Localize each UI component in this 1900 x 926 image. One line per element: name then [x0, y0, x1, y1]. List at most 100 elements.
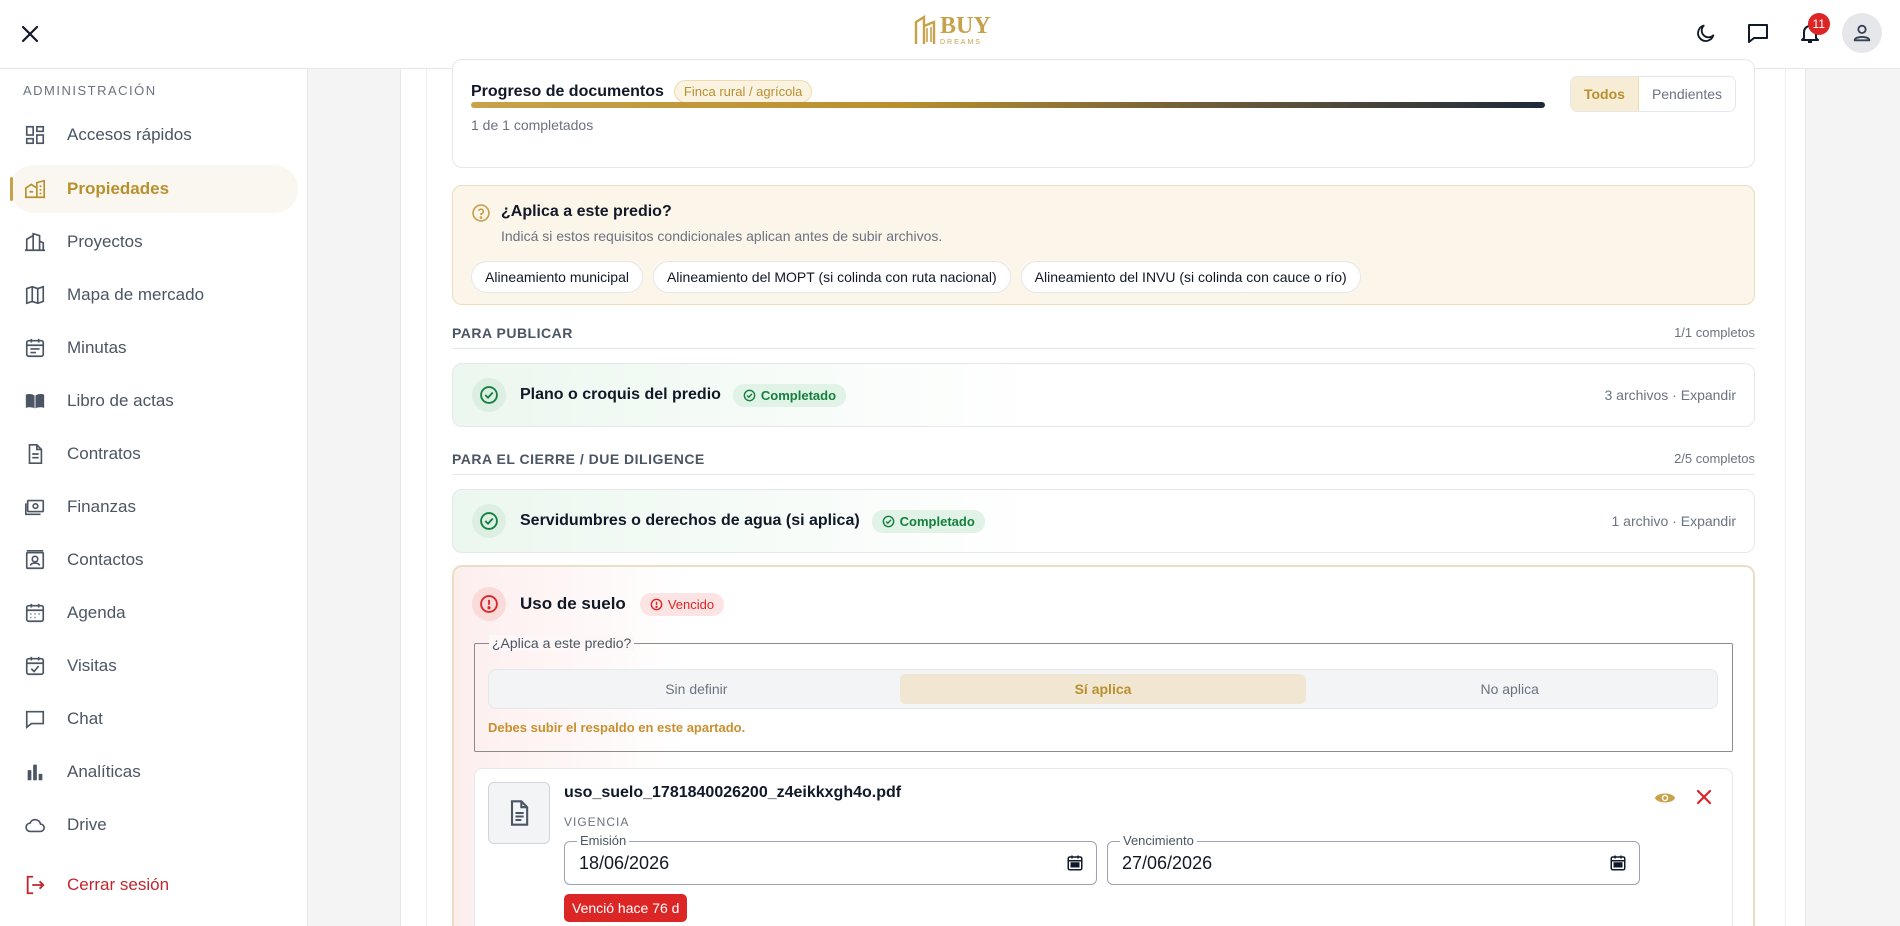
uploaded-file-item: uso_suelo_1781840026200_z4eikkxgh4o.pdf … — [474, 768, 1733, 926]
status-label: Completado — [760, 387, 837, 403]
sidebar-item-mapa-de-mercado[interactable]: Mapa de mercado — [10, 271, 298, 319]
document-row-plano[interactable]: Plano o croquis del predio Completado 3 … — [452, 363, 1755, 427]
expiry-date-input[interactable]: Vencimiento 27/06/2026 — [1107, 833, 1640, 885]
section-count: 1/1 completos — [1674, 325, 1755, 340]
document-row-servidumbres[interactable]: Servidumbres o derechos de agua (si apli… — [452, 489, 1755, 553]
sidebar-item-label: Propiedades — [67, 179, 170, 198]
calendar-list-icon — [23, 336, 47, 360]
sidebar-item-label: Finanzas — [67, 497, 136, 516]
sidebar-item-minutas[interactable]: Minutas — [10, 324, 298, 372]
sidebar-item-accesos-rapidos[interactable]: Accesos rápidos — [10, 111, 298, 159]
status-badge: Completado — [732, 383, 847, 407]
sidebar-item-contactos[interactable]: Contactos — [10, 536, 298, 584]
sidebar-section-label: ADMINISTRACIÓN — [23, 83, 157, 98]
buildings-icon — [23, 177, 47, 201]
logo-subtext: DREAMS — [940, 39, 982, 46]
option-no-aplica[interactable]: No aplica — [1306, 674, 1713, 704]
notification-badge: 11 — [1807, 13, 1830, 35]
issue-date-input[interactable]: Emisión 18/06/2026 — [564, 833, 1097, 885]
sidebar-item-label: Chat — [67, 709, 103, 728]
document-name: Servidumbres o derechos de agua (si apli… — [520, 512, 860, 529]
sidebar-item-label: Contratos — [67, 444, 141, 463]
progress-count: 1 de 1 completados — [471, 117, 594, 133]
expiry-date-value: 27/06/2026 — [1122, 852, 1213, 873]
help-circle-icon — [471, 203, 491, 228]
sidebar-item-label: Analíticas — [67, 762, 141, 781]
section-header-closing: PARA EL CIERRE / DUE DILIGENCE 2/5 compl… — [452, 451, 1755, 475]
notifications-button[interactable]: 11 — [1790, 13, 1830, 53]
document-icon — [23, 442, 47, 466]
status-badge-expired: Vencido — [639, 592, 725, 616]
option-si-aplica[interactable]: Sí aplica — [899, 674, 1307, 704]
progress-title: Progreso de documentos — [471, 82, 664, 100]
close-icon — [1696, 789, 1712, 805]
sidebar-item-analiticas[interactable]: Analíticas — [10, 748, 298, 796]
chip-alineamiento-municipal[interactable]: Alineamiento municipal — [471, 261, 643, 293]
sidebar-item-label: Proyectos — [67, 232, 143, 251]
sidebar-item-label: Contactos — [67, 550, 144, 569]
logout-label: Cerrar sesión — [67, 875, 170, 894]
sidebar-item-libro-de-actas[interactable]: Libro de actas — [10, 377, 298, 425]
sidebar-item-proyectos[interactable]: Proyectos — [10, 218, 298, 266]
conditional-subtitle: Indicá si estos requisitos condicionales… — [501, 228, 943, 244]
eye-icon — [1654, 793, 1676, 803]
filter-pending-button[interactable]: Pendientes — [1638, 77, 1735, 111]
alert-circle-small-icon — [650, 598, 663, 610]
close-button[interactable] — [14, 18, 46, 50]
calendar-check-icon — [23, 654, 47, 678]
sidebar-item-chat[interactable]: Chat — [10, 695, 298, 743]
logo-building-icon — [914, 14, 936, 44]
view-file-button[interactable] — [1654, 787, 1676, 814]
logo-text: BUY — [940, 13, 991, 39]
sidebar-item-label: Drive — [67, 815, 107, 834]
sidebar-item-visitas[interactable]: Visitas — [10, 642, 298, 690]
section-title: PARA PUBLICAR — [452, 325, 573, 341]
status-badge: Completado — [871, 509, 985, 533]
chat-icon — [23, 707, 47, 731]
messages-button[interactable] — [1738, 13, 1778, 53]
user-avatar[interactable] — [1842, 13, 1882, 53]
bar-chart-icon — [23, 760, 47, 784]
check-circle-icon — [472, 504, 506, 538]
document-meta-expand[interactable]: 3 archivos · Expandir — [1604, 387, 1736, 403]
filter-all-button[interactable]: Todos — [1570, 77, 1639, 111]
option-sin-definir[interactable]: Sin definir — [493, 674, 900, 704]
check-circle-small-icon — [882, 515, 895, 527]
moon-icon — [1697, 24, 1715, 42]
status-label: Vencido — [667, 596, 715, 612]
sidebar-item-finanzas[interactable]: Finanzas — [10, 483, 298, 531]
logout-icon — [23, 873, 47, 897]
applies-question: ¿Aplica a este predio? — [489, 635, 635, 651]
brand-logo[interactable]: BUY DREAMS — [914, 14, 991, 46]
money-icon — [23, 495, 47, 519]
document-meta-expand[interactable]: 1 archivo · Expandir — [1611, 513, 1736, 529]
map-icon — [23, 283, 47, 307]
sidebar-item-propiedades[interactable]: Propiedades — [10, 165, 298, 213]
close-icon — [21, 25, 39, 43]
sidebar: ADMINISTRACIÓN Accesos rápidos Propiedad… — [0, 69, 308, 926]
delete-file-button[interactable] — [1694, 787, 1714, 814]
chat-icon — [1748, 24, 1768, 43]
logout-button[interactable]: Cerrar sesión — [10, 861, 298, 909]
property-type-tag: Finca rural / agrícola — [673, 80, 813, 103]
calendar-icon[interactable] — [1609, 854, 1627, 877]
chip-alineamiento-invu[interactable]: Alineamiento del INVU (si colinda con ca… — [1020, 261, 1361, 293]
sidebar-item-agenda[interactable]: Agenda — [10, 589, 298, 637]
sidebar-item-contratos[interactable]: Contratos — [10, 430, 298, 478]
check-circle-small-icon — [743, 389, 756, 401]
chip-alineamiento-mopt[interactable]: Alineamiento del MOPT (si colinda con ru… — [652, 261, 1011, 293]
status-label: Completado — [899, 513, 975, 529]
check-circle-icon — [472, 378, 506, 412]
contact-card-icon — [23, 548, 47, 572]
theme-toggle-button[interactable] — [1686, 13, 1726, 53]
sidebar-item-label: Accesos rápidos — [67, 125, 192, 144]
sidebar-item-drive[interactable]: Drive — [10, 801, 298, 849]
calendar-icon[interactable] — [1066, 854, 1084, 877]
applies-segmented-control: Sin definir Sí aplica No aplica — [488, 669, 1718, 709]
conditional-title: ¿Aplica a este predio? — [501, 203, 672, 220]
progress-bar — [471, 102, 1545, 108]
project-buildings-icon — [23, 230, 47, 254]
section-header-publish: PARA PUBLICAR 1/1 completos — [452, 325, 1755, 349]
sidebar-item-label: Libro de actas — [67, 391, 174, 410]
documents-progress-card: Progreso de documentos Finca rural / agr… — [452, 59, 1755, 168]
